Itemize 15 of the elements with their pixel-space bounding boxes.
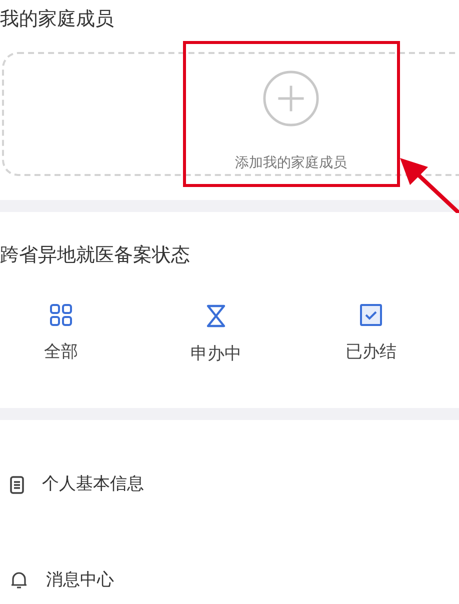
grid-icon bbox=[50, 304, 72, 326]
status-filter[interactable]: 已办结 bbox=[316, 304, 426, 368]
menu-item[interactable]: 消息中心 bbox=[0, 568, 114, 593]
arrow bbox=[398, 155, 459, 213]
checkbox-icon bbox=[360, 304, 382, 326]
document-icon bbox=[10, 476, 24, 494]
bell-icon bbox=[10, 571, 28, 590]
status-filter[interactable]: 全部 bbox=[6, 304, 116, 368]
menu-item[interactable]: 个人基本信息 bbox=[0, 472, 144, 498]
status-filter[interactable]: 申办中 bbox=[161, 304, 271, 368]
section-title: 我的家庭成员 bbox=[0, 7, 114, 32]
add-member-button[interactable]: 添加我的家庭成员 bbox=[235, 54, 347, 174]
section-title: 跨省异地就医备案状态 bbox=[0, 243, 190, 268]
hourglass-icon bbox=[206, 304, 226, 328]
plus-icon bbox=[262, 70, 320, 127]
